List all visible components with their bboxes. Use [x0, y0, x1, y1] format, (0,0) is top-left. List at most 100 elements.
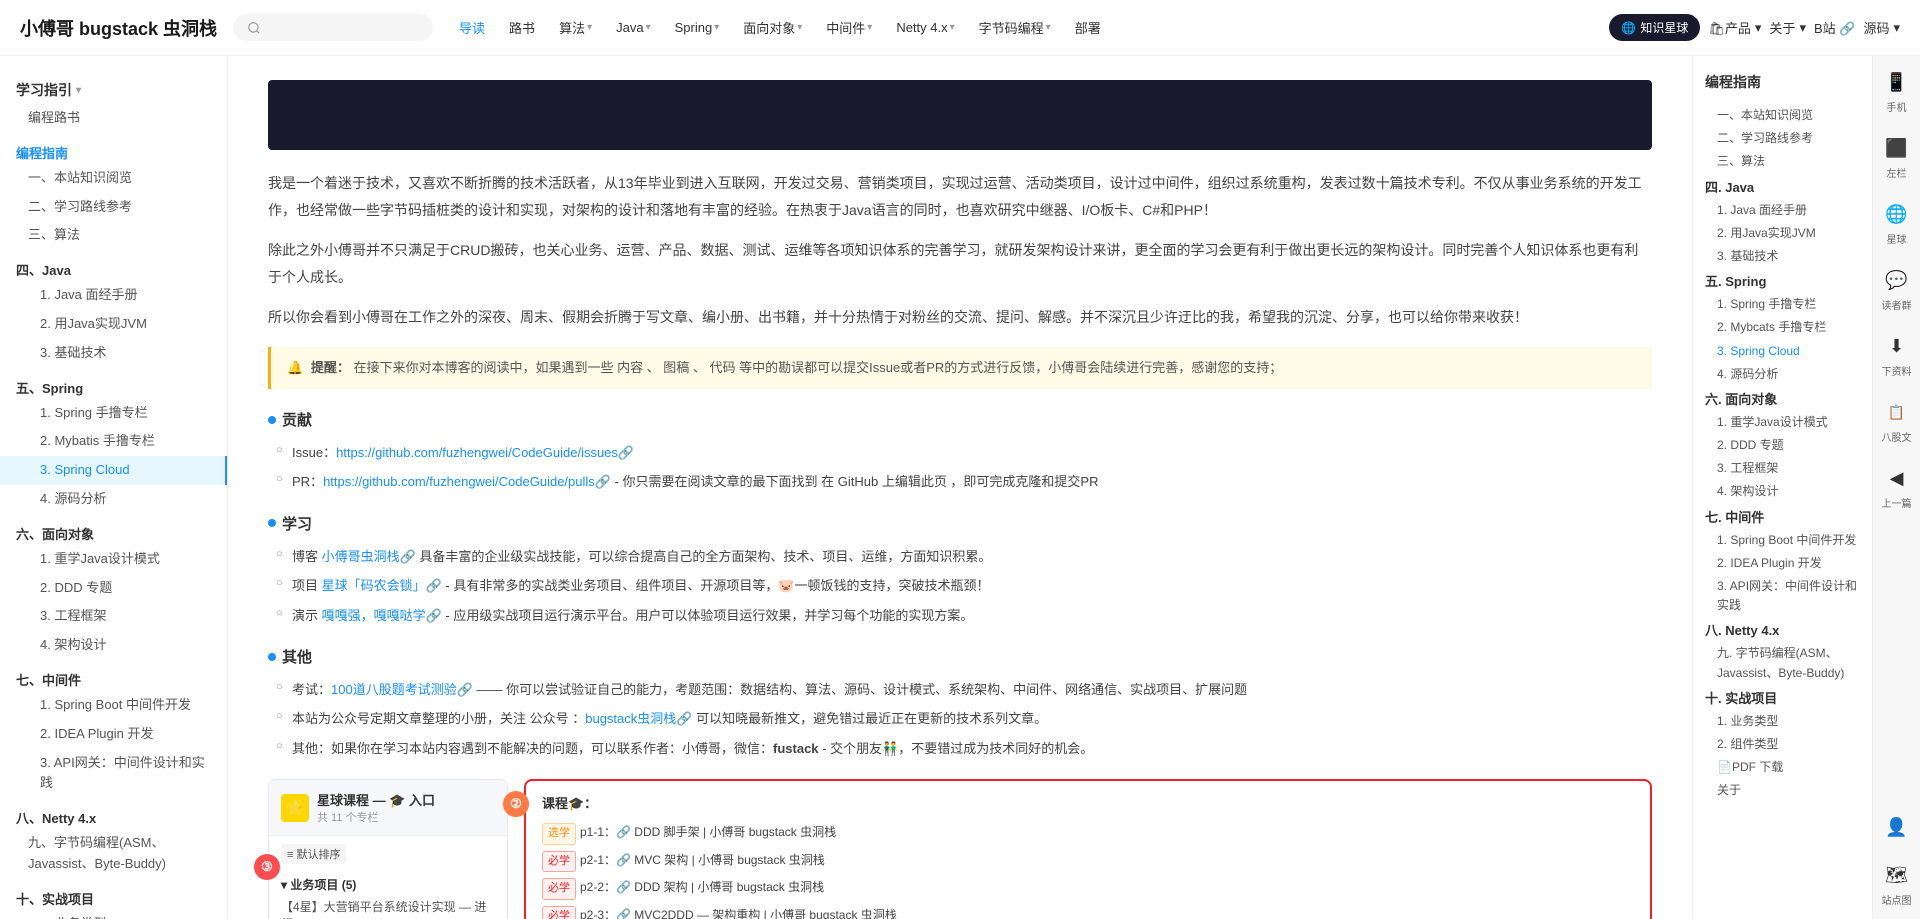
exam-link[interactable]: 100道八股题考试测验🔗: [331, 682, 473, 697]
nav-item-deploy[interactable]: 部署: [1065, 12, 1111, 43]
contribution-pr: PR：https://github.com/fuzhengwei/CodeGui…: [268, 467, 1652, 496]
right-item-component-type[interactable]: 2. 组件类型: [1705, 733, 1860, 756]
icon-panel-sitemap[interactable]: 🗺 站点图: [1882, 861, 1912, 907]
issue-link[interactable]: https://github.com/fuzhengwei/CodeGuide/…: [336, 445, 634, 460]
right-item-mybatis-hand[interactable]: 2. Mybcats 手撸专栏: [1705, 316, 1860, 339]
contribution-issue: Issue：https://github.com/fuzhengwei/Code…: [268, 438, 1652, 467]
right-item-pdf[interactable]: 📄PDF 下载: [1705, 756, 1860, 779]
pr-link[interactable]: https://github.com/fuzhengwei/CodeGuide/…: [323, 474, 611, 489]
sidebar-item-idea-plugin[interactable]: 2. IDEA Plugin 开发: [0, 720, 227, 749]
right-item-spring-cloud[interactable]: 3. Spring Cloud: [1705, 340, 1860, 363]
blog-link[interactable]: 小傅哥虫洞栈🔗: [322, 549, 416, 564]
nav-bilibili[interactable]: B站 🔗: [1814, 18, 1855, 37]
other-title: 其他: [282, 646, 312, 667]
prev-icon: ◀: [1883, 464, 1911, 492]
sidebar-item-source-analysis[interactable]: 4. 源码分析: [0, 485, 227, 514]
nav-item-bytecode[interactable]: 字节码编程 ▾: [969, 12, 1061, 43]
knowledge-ball-btn[interactable]: 知识星球: [1609, 14, 1700, 41]
nav-source[interactable]: 源码 ▾: [1863, 18, 1900, 37]
wechat-link[interactable]: bugstack虫洞栈🔗: [585, 711, 692, 726]
right-item-bytecode[interactable]: 九. 字节码编程(ASM、Javassist、Byte-Buddy): [1705, 642, 1860, 684]
sidebar-item-design-pattern[interactable]: 1. 重学Java设计模式: [0, 545, 227, 574]
sidebar-group-netty: 八、Netty 4.x: [0, 802, 227, 829]
tip-text: 在接下来你对本博客的阅读中，如果遇到一些 内容 、 图稿 、 代码 等中的勘误都…: [353, 360, 1282, 375]
sidebar-item-framework[interactable]: 3. 工程框架: [0, 602, 227, 631]
exam-label: 八股文: [1882, 429, 1912, 444]
badge-2: ②: [503, 791, 529, 817]
nav-item-algorithm[interactable]: 算法 ▾: [549, 12, 602, 43]
icon-panel-user[interactable]: 👤: [1883, 813, 1911, 841]
sitemap-icon: 🗺: [1883, 861, 1911, 889]
right-item-spring-hand[interactable]: 1. Spring 手撸专栏: [1705, 293, 1860, 316]
sidebar-item-spring-cloud[interactable]: 3. Spring Cloud: [0, 456, 227, 485]
nav-item-netty[interactable]: Netty 4.x ▾: [886, 14, 964, 41]
nav-product[interactable]: 🛍产品 ▾: [1708, 18, 1761, 37]
sidebar-item-api-gateway[interactable]: 3. API网关：中间件设计和实践: [0, 749, 227, 799]
project-link[interactable]: 星球「码农会锁」🔗: [322, 578, 442, 593]
demo-link[interactable]: 嘎嘎强，嘎嘎哒学🔗: [322, 608, 442, 623]
icon-panel-download[interactable]: ⬇ 下资料: [1882, 332, 1912, 378]
right-item-design-pattern[interactable]: 1. 重学Java设计模式: [1705, 411, 1860, 434]
sidebar-title[interactable]: 学习指引 ▾: [0, 72, 227, 104]
sidebar-item-learning-path[interactable]: 二、学习路线参考: [0, 193, 227, 222]
right-item-knowledge[interactable]: 一、本站知识阅览: [1705, 104, 1860, 127]
icon-panel-mobile[interactable]: 📱 手机: [1883, 68, 1911, 114]
sidebar-item-jvm[interactable]: 2. 用Java实现JVM: [0, 310, 227, 339]
nav-item-guide[interactable]: 导读: [449, 12, 495, 43]
sidebar-item-mybatis-hand[interactable]: 2. Mybatis 手撸专栏: [0, 427, 227, 456]
icon-panel-exam[interactable]: 📋 八股文: [1882, 398, 1912, 444]
bullet-icon-3: [268, 653, 276, 661]
nav-item-middleware[interactable]: 中间件 ▾: [816, 12, 882, 43]
badge-optional: 选学: [542, 823, 576, 845]
right-item-api-gw[interactable]: 3. API网关：中间件设计和实践: [1705, 575, 1860, 617]
sidebar-item-spring-hand[interactable]: 1. Spring 手撸专栏: [0, 399, 227, 428]
sidebar-item-springboot-middleware[interactable]: 1. Spring Boot 中间件开发: [0, 691, 227, 720]
right-item-algorithm[interactable]: 三、算法: [1705, 150, 1860, 173]
icon-panel-left-col[interactable]: ⬛ 左栏: [1883, 134, 1911, 180]
intro-para-3: 所以你会看到小傅哥在工作之外的深夜、周末、假期会折腾于写文章、编小册、出书籍，并…: [268, 304, 1652, 331]
sidebar-item-ddd[interactable]: 2. DDD 专题: [0, 574, 227, 603]
sidebar-item-arch-design[interactable]: 4. 架构设计: [0, 631, 227, 660]
right-item-ddd[interactable]: 2. DDD 专题: [1705, 434, 1860, 457]
sidebar-item-algorithm[interactable]: 三、算法: [0, 221, 227, 250]
right-item-framework[interactable]: 3. 工程框架: [1705, 457, 1860, 480]
nav-item-spring[interactable]: Spring ▾: [665, 14, 730, 41]
icon-panel-globe[interactable]: 🌐 星球: [1883, 200, 1911, 246]
right-item-jvm[interactable]: 2. 用Java实现JVM: [1705, 222, 1860, 245]
right-item-source-analysis[interactable]: 4. 源码分析: [1705, 363, 1860, 386]
right-item-about[interactable]: 关于: [1705, 779, 1860, 802]
right-item-learning-path[interactable]: 二、学习路线参考: [1705, 127, 1860, 150]
nav-about[interactable]: 关于 ▾: [1769, 18, 1806, 37]
icon-panel-prev[interactable]: ◀ 上一篇: [1882, 464, 1912, 510]
right-item-springboot-middleware[interactable]: 1. Spring Boot 中间件开发: [1705, 529, 1860, 552]
sidebar-item-roadbook[interactable]: 编程路书: [0, 104, 227, 133]
course-card-title: 星球课程 — 🎓 入口: [317, 790, 435, 809]
sidebar-item-basic[interactable]: 3. 基础技术: [0, 339, 227, 368]
learning-item-demo: 演示 嘎嘎强，嘎嘎哒学🔗 - 应用级实战项目运行演示平台。用户可以体验项目运行效…: [268, 601, 1652, 630]
sidebar-item-knowledge[interactable]: 一、本站知识阅览: [0, 164, 227, 193]
right-item-arch[interactable]: 4. 架构设计: [1705, 480, 1860, 503]
sidebar-item-java-interview[interactable]: 1. Java 面经手册: [0, 281, 227, 310]
right-item-basic-tech[interactable]: 3. 基础技术: [1705, 245, 1860, 268]
sidebar-item-bytecode[interactable]: 九、字节码编程(ASM、Javassist、Byte-Buddy): [0, 829, 227, 879]
search-box[interactable]: [233, 14, 433, 41]
course-item-1[interactable]: 【4星】大营销平台系统设计实现 — 进行...: [281, 896, 495, 919]
right-group-netty: 八. Netty 4.x: [1705, 617, 1860, 642]
search-input[interactable]: [269, 20, 409, 35]
sort-button[interactable]: ≡ 默认排序: [281, 844, 346, 864]
download-icon: ⬇: [1883, 332, 1911, 360]
sidebar-item-business[interactable]: 1. 业务类型: [0, 910, 227, 919]
sidebar-caret: ▾: [76, 85, 81, 96]
nav-item-java[interactable]: Java ▾: [606, 14, 661, 41]
right-item-business-type[interactable]: 1. 业务类型: [1705, 710, 1860, 733]
course-cards-area: ⭐ 星球课程 — 🎓 入口 共 11 个专栏 ≡ 默认排序 ▾ 业务项目 (5)…: [268, 779, 1652, 919]
nav-item-oop[interactable]: 面向对象 ▾: [733, 12, 812, 43]
icon-panel-chat[interactable]: 💬 读者群: [1882, 266, 1912, 312]
other-item-contact: 其他：如果你在学习本站内容遇到不能解决的问题，可以联系作者：小傅哥，微信：fus…: [268, 734, 1652, 763]
right-item-java-interview[interactable]: 1. Java 面经手册: [1705, 199, 1860, 222]
right-item-idea-plugin[interactable]: 2. IDEA Plugin 开发: [1705, 552, 1860, 575]
learning-title: 学习: [282, 513, 312, 534]
exam-icon: 📋: [1883, 398, 1911, 426]
nav-item-roadbook[interactable]: 路书: [499, 12, 545, 43]
ddd-item-text-2: p2-1：🔗 MVC 架构 | 小傅哥 bugstack 虫洞栈: [580, 851, 825, 870]
